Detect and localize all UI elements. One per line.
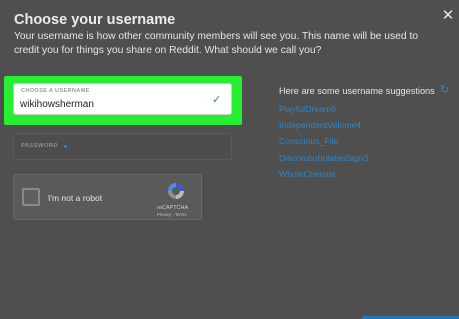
modal-title: Choose your username [14,12,176,28]
recaptcha-logo-icon [168,183,184,199]
recaptcha-brand: reCAPTCHA [157,205,189,211]
close-icon[interactable]: ✕ [441,8,455,23]
refresh-icon[interactable]: ↻ [440,83,449,96]
recaptcha-links: Privacy - Terms [157,212,187,217]
suggestion-item[interactable]: WholeChemist [279,169,368,185]
signup-modal: Choose your username Your username is ho… [0,0,459,319]
suggestion-item[interactable]: IndependentVolome4 [279,120,368,136]
suggestions-list: PlayfulDream9 IndependentVolome4 Conscio… [279,104,368,185]
captcha-checkbox[interactable] [22,188,40,206]
suggestion-item[interactable]: Conscious_File [279,136,368,152]
suggestion-item[interactable]: PlayfulDream9 [279,104,368,120]
password-label: PASSWORD [21,143,58,149]
privacy-link[interactable]: Privacy [157,212,171,217]
suggestions-title: Here are some username suggestions [279,86,435,96]
username-input[interactable] [20,96,200,112]
checkmark-icon: ✓ [212,94,222,106]
username-field[interactable]: CHOOSE A USERNAME ✓ [13,83,232,115]
terms-link[interactable]: Terms [175,212,187,217]
captcha-label: I'm not a robot [48,193,103,203]
password-field[interactable]: PASSWORD [13,133,232,160]
suggestion-item[interactable]: DiscombobulatedSign3 [279,153,368,169]
username-label: CHOOSE A USERNAME [21,88,90,94]
recaptcha-widget: I'm not a robot reCAPTCHA Privacy - Term… [13,174,202,220]
modal-description: Your username is how other community mem… [14,31,419,56]
required-dot-icon [64,145,67,148]
